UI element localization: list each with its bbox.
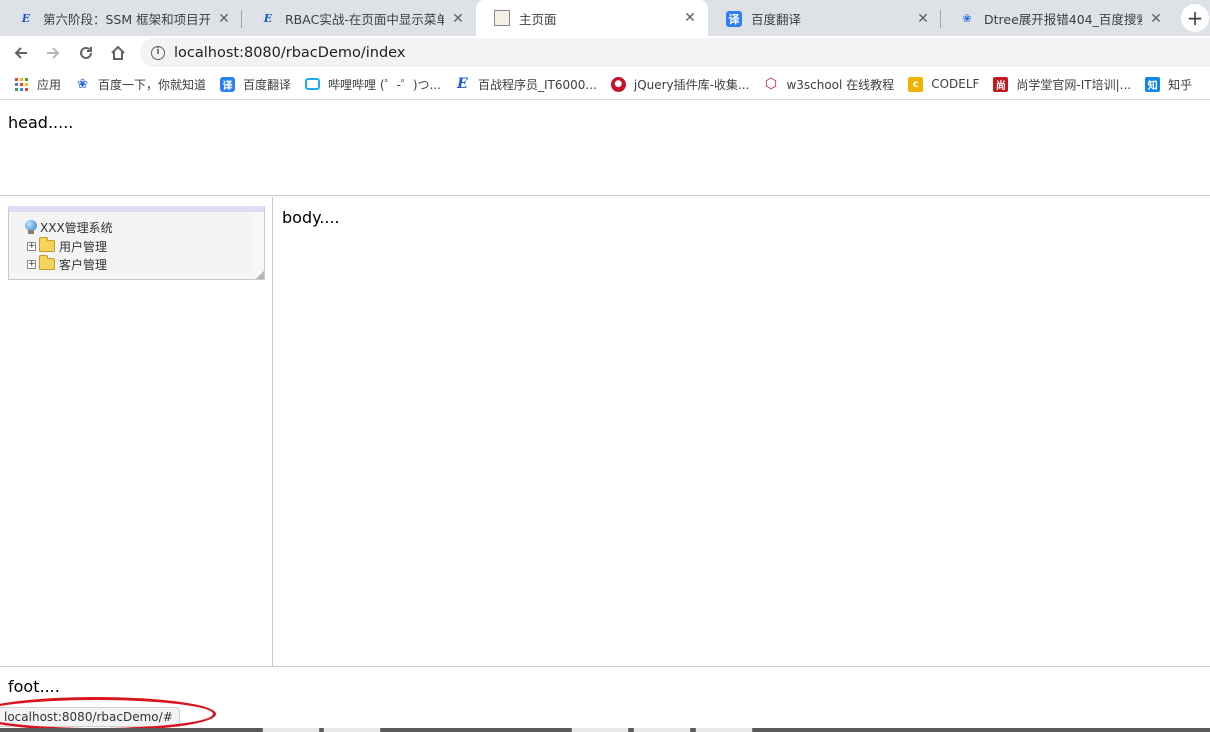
taskbar-button[interactable] bbox=[262, 728, 320, 732]
browser-toolbar: i localhost:8080/rbacDemo/index bbox=[0, 36, 1210, 69]
bookmark-label: CODELF bbox=[931, 77, 980, 91]
tab-title: 主页面 bbox=[519, 11, 557, 27]
bookmark-zhihu[interactable]: 知 知乎 bbox=[1145, 76, 1192, 93]
new-tab-button[interactable]: + bbox=[1181, 4, 1209, 32]
w3school-icon: ⬡ bbox=[764, 76, 778, 92]
bookmark-baizhan[interactable]: E 百战程序员_IT6000... bbox=[455, 76, 597, 93]
e-logo-icon: E bbox=[263, 12, 273, 25]
bookmark-label: 百战程序员_IT6000... bbox=[478, 77, 597, 92]
dtree-node-customer-management[interactable]: + 客户管理 bbox=[27, 255, 107, 273]
arrow-left-icon bbox=[14, 47, 27, 59]
bookmark-apps[interactable]: 应用 bbox=[14, 76, 61, 93]
bookmark-label: w3school 在线教程 bbox=[786, 77, 895, 92]
info-icon[interactable]: i bbox=[151, 45, 165, 60]
tab-title: 第六阶段：SSM 框架和项目开发 bbox=[43, 12, 210, 27]
tab-rbac[interactable]: E RBAC实战-在页面中显示菜单-百 ✕ bbox=[242, 1, 476, 36]
body-text: body.... bbox=[282, 208, 340, 227]
bookmark-w3school[interactable]: ⬡ w3school 在线教程 bbox=[763, 76, 894, 93]
address-bar[interactable]: i localhost:8080/rbacDemo/index bbox=[140, 38, 1210, 67]
dtree-node-user-management[interactable]: + 用户管理 bbox=[27, 237, 107, 255]
tab-title: 百度翻译 bbox=[751, 12, 802, 27]
dtree-root[interactable]: XXX管理系统 bbox=[25, 218, 113, 236]
translate-icon: 译 bbox=[726, 10, 742, 27]
taskbar-button[interactable] bbox=[571, 728, 629, 732]
codelf-icon: c bbox=[908, 76, 924, 92]
head-frame: head..... bbox=[0, 101, 1210, 196]
tab-dtree-search[interactable]: ❀ Dtree展开报错404_百度搜索 ✕ bbox=[941, 1, 1174, 36]
bookmark-baidu-translate[interactable]: 译 百度翻译 bbox=[220, 76, 291, 93]
e-logo-icon: E bbox=[21, 12, 31, 25]
apps-grid-icon bbox=[14, 77, 29, 92]
dtree-node-label[interactable]: 用户管理 bbox=[59, 238, 107, 255]
folder-icon bbox=[39, 237, 55, 252]
bookmark-bilibili[interactable]: 哔哩哔哩 (゜-゜)つ... bbox=[305, 76, 441, 93]
bilibili-icon bbox=[305, 78, 321, 90]
taskbar-button[interactable] bbox=[323, 728, 381, 732]
bookmark-label: 哔哩哔哩 (゜-゜)つ... bbox=[328, 77, 441, 92]
dtree-root-label[interactable]: XXX管理系统 bbox=[40, 219, 113, 236]
home-icon bbox=[111, 45, 125, 60]
dtree-menu: XXX管理系统 + 用户管理 + 客户管理 bbox=[8, 206, 265, 280]
zhihu-icon: 知 bbox=[1145, 76, 1161, 92]
tab-baidu-translate[interactable]: 译 百度翻译 ✕ bbox=[708, 1, 941, 36]
bookmark-label: 知乎 bbox=[1168, 77, 1193, 92]
close-icon[interactable]: ✕ bbox=[915, 11, 931, 27]
tab-title: Dtree展开报错404_百度搜索 bbox=[984, 12, 1142, 27]
plus-icon: + bbox=[1186, 6, 1204, 30]
close-icon[interactable]: ✕ bbox=[1148, 11, 1164, 27]
address-url[interactable]: localhost:8080/rbacDemo/index bbox=[174, 45, 405, 61]
e-logo-icon: E bbox=[457, 76, 468, 92]
forward-button[interactable] bbox=[40, 40, 66, 66]
taskbar-button[interactable] bbox=[695, 728, 753, 732]
dtree-corner bbox=[256, 271, 264, 279]
bookmark-label: 百度一下，你就知道 bbox=[98, 77, 207, 92]
close-icon[interactable]: ✕ bbox=[682, 10, 698, 26]
page-viewport: head..... XXX管理系统 + 用户管理 + 客户管理 body.... bbox=[0, 101, 1210, 732]
left-menu-frame: XXX管理系统 + 用户管理 + 客户管理 bbox=[0, 197, 273, 666]
tab-strip: E 第六阶段：SSM 框架和项目开发 ✕ E RBAC实战-在页面中显示菜单-百… bbox=[0, 0, 1210, 36]
tab-main-page[interactable]: 主页面 ✕ bbox=[476, 0, 708, 36]
tab-ssm[interactable]: E 第六阶段：SSM 框架和项目开发 ✕ bbox=[0, 1, 242, 36]
back-button[interactable] bbox=[8, 40, 34, 66]
jquery-icon: ● bbox=[610, 76, 626, 92]
bookmark-shangxuetang[interactable]: 尚 尚学堂官网-IT培训|... bbox=[993, 76, 1131, 93]
body-frame: body.... bbox=[274, 197, 1210, 666]
bookmark-label: 百度翻译 bbox=[243, 77, 292, 92]
expand-plus-icon[interactable]: + bbox=[27, 241, 36, 251]
foot-text: foot.... bbox=[8, 677, 60, 696]
shang-icon: 尚 bbox=[993, 76, 1009, 92]
expand-plus-icon[interactable]: + bbox=[27, 259, 36, 269]
tab-title: RBAC实战-在页面中显示菜单-百 bbox=[285, 12, 444, 27]
bookmark-label: 尚学堂官网-IT培训|... bbox=[1016, 77, 1132, 92]
bookmarks-bar: 应用 ❀ 百度一下，你就知道 译 百度翻译 哔哩哔哩 (゜-゜)つ... E 百… bbox=[0, 69, 1210, 100]
bookmark-jquery[interactable]: ● jQuery插件库-收集... bbox=[610, 76, 750, 93]
close-icon[interactable]: ✕ bbox=[216, 11, 232, 27]
baidu-paw-icon: ❀ bbox=[962, 12, 972, 25]
bookmark-baidu[interactable]: ❀ 百度一下，你就知道 bbox=[75, 76, 206, 93]
arrow-right-icon bbox=[47, 47, 60, 59]
reload-button[interactable] bbox=[73, 40, 99, 66]
bookmark-label: jQuery插件库-收集... bbox=[633, 77, 750, 92]
folder-icon bbox=[39, 255, 55, 270]
dtree-node-label[interactable]: 客户管理 bbox=[59, 256, 107, 273]
translate-icon: 译 bbox=[220, 76, 236, 92]
reload-icon bbox=[80, 46, 92, 59]
close-icon[interactable]: ✕ bbox=[450, 11, 466, 27]
taskbar-button[interactable] bbox=[633, 728, 691, 732]
baidu-paw-icon: ❀ bbox=[77, 76, 88, 92]
home-button[interactable] bbox=[105, 40, 131, 66]
bookmark-label: 应用 bbox=[37, 77, 62, 92]
globe-icon bbox=[25, 220, 37, 234]
image-icon bbox=[494, 10, 510, 26]
head-text: head..... bbox=[8, 113, 74, 132]
bookmark-codelf[interactable]: c CODELF bbox=[908, 76, 980, 92]
